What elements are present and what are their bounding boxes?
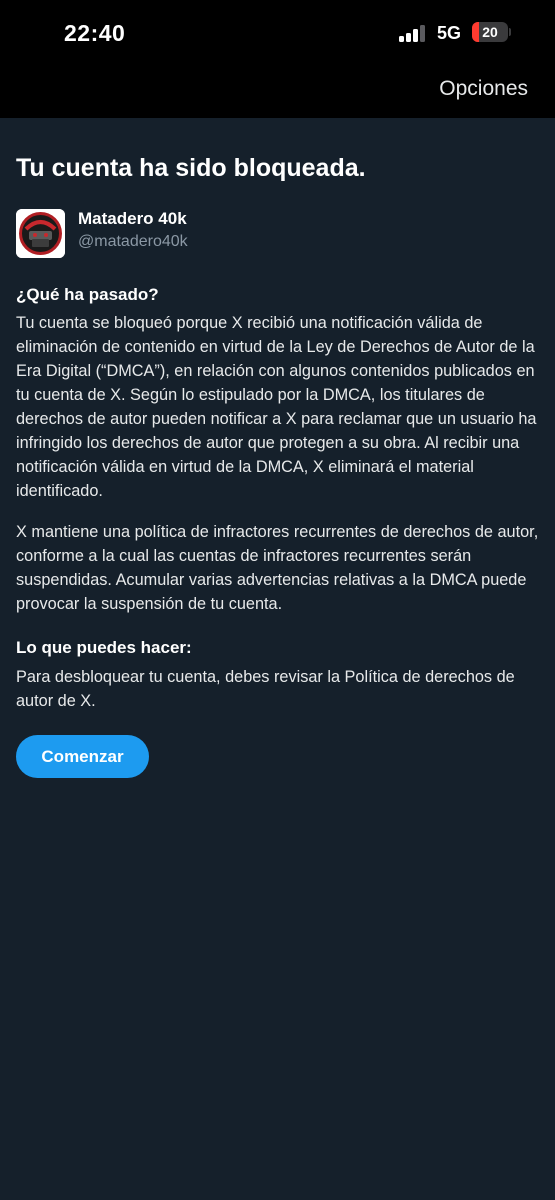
signal-bar (420, 25, 425, 42)
signal-strength-icon (399, 24, 429, 42)
battery-body: 20 (472, 22, 508, 42)
status-bar: 22:40 5G 20 (0, 0, 555, 62)
top-nav-bar: Opciones (0, 62, 555, 118)
account-name: Matadero 40k (78, 209, 187, 228)
page-title: Tu cuenta ha sido bloqueada. (16, 154, 366, 182)
what-you-can-do-paragraph: Para desbloquear tu cuenta, debes revisa… (16, 668, 515, 710)
what-happened-heading: ¿Qué ha pasado? (16, 285, 159, 304)
signal-bar (399, 36, 404, 42)
avatar (16, 209, 65, 258)
start-button[interactable]: Comenzar (16, 735, 149, 778)
network-type: 5G (437, 23, 462, 43)
account-handle: @matadero40k (78, 233, 188, 250)
battery-level: 20 (482, 24, 498, 40)
signal-bar (413, 29, 418, 42)
options-button[interactable]: Opciones (439, 77, 528, 101)
status-time: 22:40 (64, 20, 126, 46)
what-you-can-do-heading: Lo que puedes hacer: (16, 638, 192, 657)
what-happened-paragraph: Tu cuenta se bloqueó porque X recibió un… (16, 314, 537, 500)
signal-bar (406, 33, 411, 42)
avatar-image (16, 209, 65, 258)
repeat-infringer-paragraph: X mantiene una política de infractores r… (16, 523, 539, 613)
battery-icon: 20 (472, 22, 511, 42)
battery-cap (509, 28, 511, 36)
